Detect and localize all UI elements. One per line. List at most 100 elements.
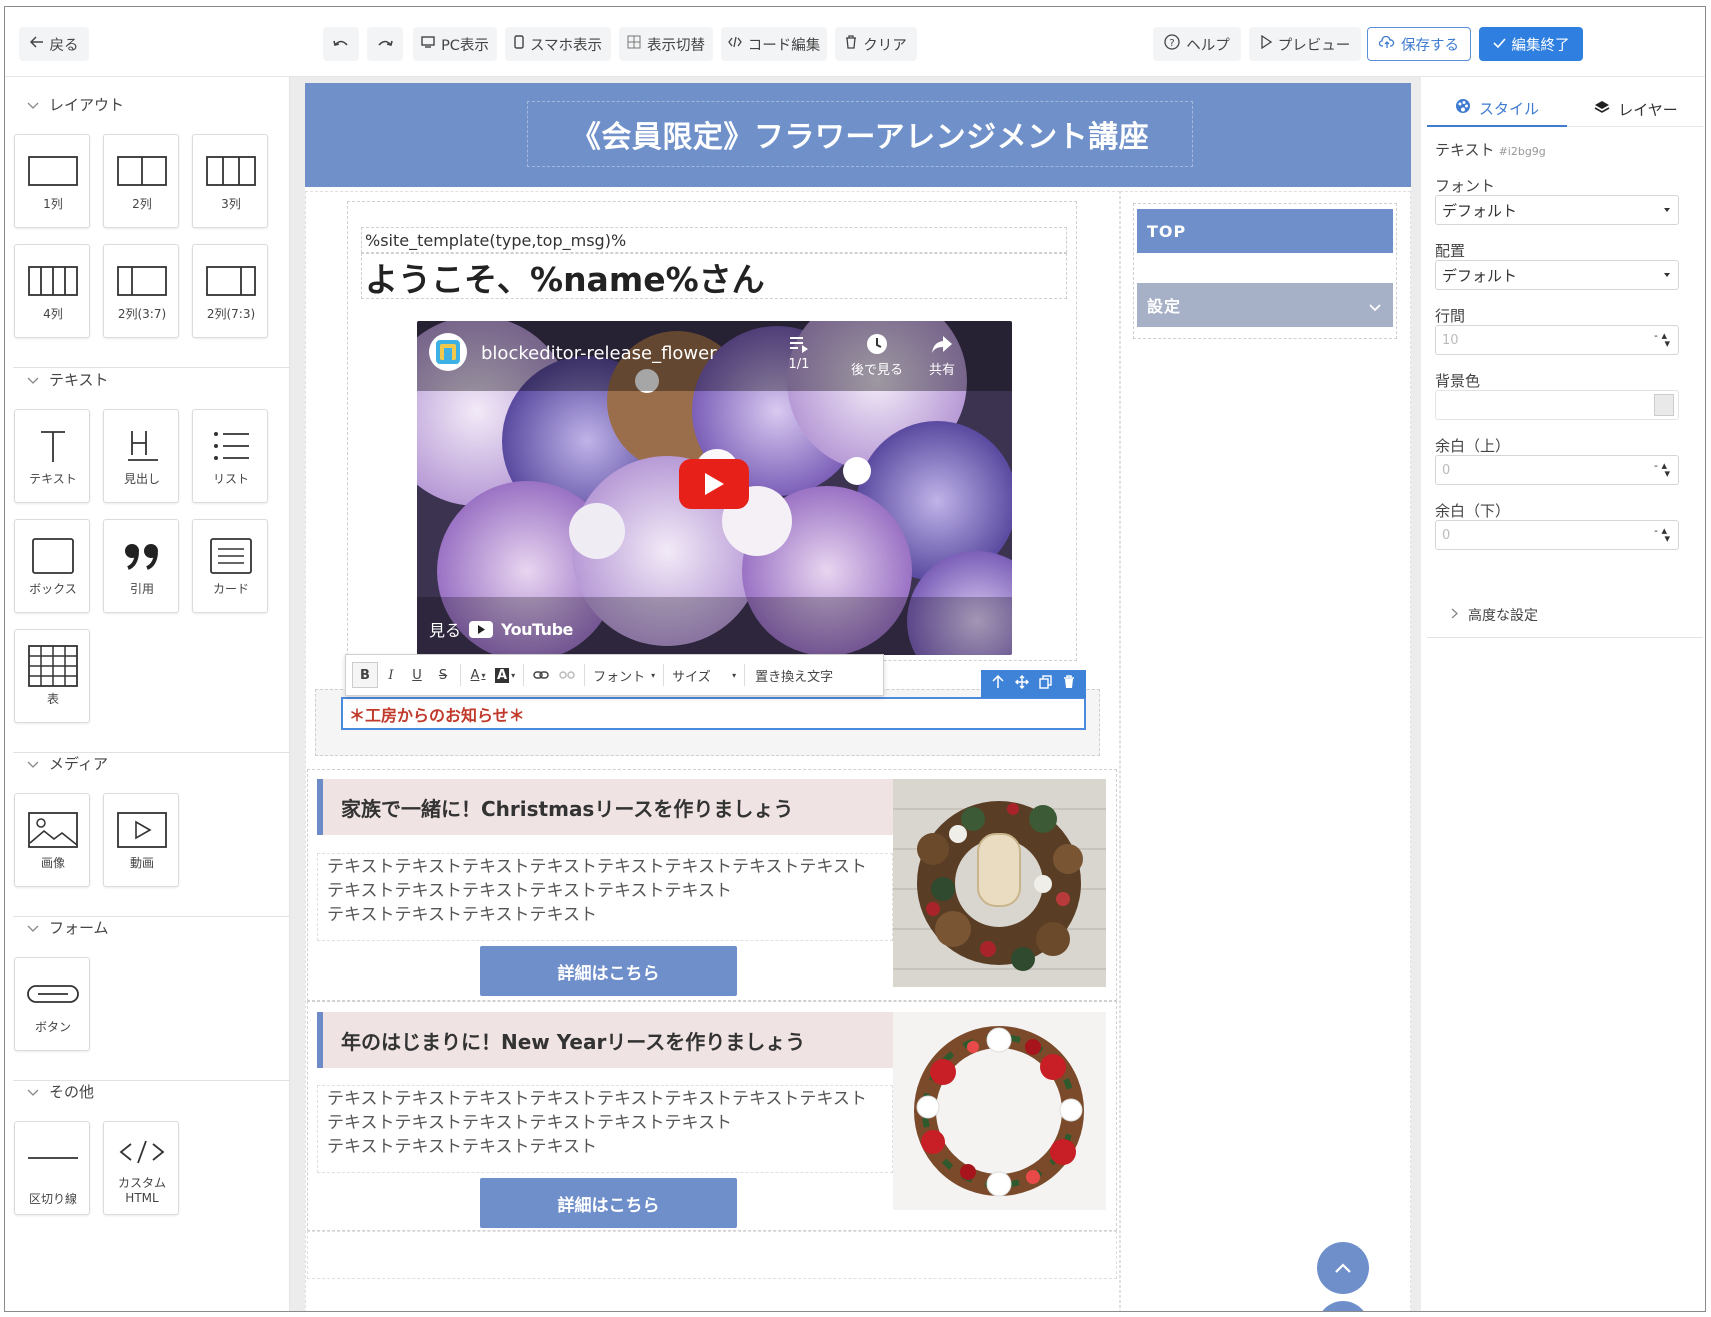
- section-layout-header[interactable]: レイアウト: [27, 94, 124, 115]
- layout-3col-tile[interactable]: 3列: [192, 134, 268, 228]
- channel-avatar[interactable]: [429, 333, 467, 371]
- welcome-heading[interactable]: ようこそ、%name%さん: [365, 253, 1065, 299]
- text-color-button[interactable]: A ▾: [465, 662, 491, 688]
- list-tile[interactable]: リスト: [192, 409, 268, 503]
- divider-tile[interactable]: 区切り線: [14, 1121, 90, 1215]
- nav-item-settings[interactable]: 設定: [1137, 283, 1393, 327]
- stepper-icon[interactable]: - ▴ ▾: [1654, 330, 1670, 349]
- layout-2col-73-tile[interactable]: 2列(7:3): [192, 244, 268, 338]
- video-tile[interactable]: 動画: [103, 793, 179, 887]
- sp-view-button[interactable]: スマホ表示: [505, 27, 611, 61]
- new-year-wreath-image[interactable]: [893, 1012, 1106, 1210]
- duplicate-icon[interactable]: [1039, 675, 1052, 693]
- redo-button[interactable]: [367, 27, 403, 61]
- margin-top-input[interactable]: 0 - ▴ ▾: [1435, 455, 1679, 485]
- image-tile[interactable]: 画像: [14, 793, 90, 887]
- box-tile[interactable]: ボックス: [14, 519, 90, 613]
- tab-style[interactable]: スタイル: [1427, 91, 1567, 127]
- tile-label: 3列: [221, 197, 241, 211]
- watch-later-button[interactable]: 後で見る: [845, 333, 909, 378]
- template-text[interactable]: %site_template(type,top_msg)%: [365, 231, 1065, 253]
- link-button[interactable]: [528, 662, 554, 688]
- underline-button[interactable]: U: [404, 662, 430, 688]
- share-label: 共有: [928, 363, 955, 378]
- margin-bottom-input[interactable]: 0 - ▴ ▾: [1435, 520, 1679, 550]
- tile-label: ボックス: [29, 582, 77, 596]
- section-form-header[interactable]: フォーム: [27, 917, 109, 938]
- unlink-button[interactable]: [554, 662, 580, 688]
- watch-on-youtube[interactable]: 見る YouTube: [429, 617, 573, 641]
- font-select[interactable]: デフォルト: [1435, 195, 1679, 225]
- preview-label: プレビュー: [1277, 37, 1351, 54]
- save-button[interactable]: 保存する: [1367, 27, 1471, 61]
- custom-html-tile[interactable]: カスタム HTML: [103, 1121, 179, 1215]
- card-heading[interactable]: 年のはじまりに！New Yearリースを作りましょう: [317, 1012, 893, 1068]
- page-canvas: 《会員限定》フラワーアレンジメント講座 %site_template(type,…: [305, 83, 1411, 1311]
- empty-block: [307, 1231, 1117, 1279]
- play-button[interactable]: [679, 459, 749, 509]
- scroll-top-button[interactable]: [1317, 1242, 1369, 1294]
- preview-button[interactable]: プレビュー: [1249, 27, 1361, 61]
- size-dropdown[interactable]: サイズ ▾: [668, 662, 740, 688]
- quote-tile[interactable]: 引用: [103, 519, 179, 613]
- section-other-header[interactable]: その他: [27, 1081, 94, 1102]
- pc-view-label: PC表示: [441, 37, 489, 54]
- card-heading[interactable]: 家族で一緒に！Christmasリースを作りましょう: [317, 779, 893, 835]
- bg-color-button[interactable]: A ▾: [491, 662, 519, 688]
- move-up-icon[interactable]: [992, 674, 1004, 693]
- italic-button[interactable]: I: [378, 662, 404, 688]
- text-tile[interactable]: テキスト: [14, 409, 90, 503]
- tab-layer[interactable]: レイヤー: [1571, 91, 1701, 127]
- stepper-icon[interactable]: - ▴ ▾: [1654, 525, 1670, 544]
- details-button[interactable]: 詳細はこちら: [480, 1178, 737, 1228]
- drag-move-icon[interactable]: [1014, 675, 1029, 693]
- card-body-line: テキストテキストテキストテキストテキストテキストテキストテキスト: [327, 857, 867, 877]
- youtube-embed[interactable]: blockeditor-release_flower 1/1 後で見る 共有 見…: [417, 321, 1012, 655]
- back-button[interactable]: 戻る: [19, 27, 89, 61]
- button-tile[interactable]: ボタン: [14, 957, 90, 1051]
- finish-edit-button[interactable]: 編集終了: [1479, 27, 1583, 61]
- section-text-header[interactable]: テキスト: [27, 369, 109, 390]
- color-swatch[interactable]: [1654, 394, 1674, 416]
- align-select[interactable]: デフォルト: [1435, 260, 1679, 290]
- delete-icon[interactable]: [1063, 675, 1075, 693]
- undo-button[interactable]: [323, 27, 359, 61]
- nav-item-top[interactable]: TOP: [1137, 209, 1393, 253]
- christmas-wreath-image[interactable]: [893, 779, 1106, 987]
- toggle-view-button[interactable]: 表示切替: [619, 27, 713, 61]
- line-height-input[interactable]: 10 - ▴ ▾: [1435, 325, 1679, 355]
- video-channel-title[interactable]: blockeditor-release_flower: [481, 343, 717, 364]
- notice-text[interactable]: ＊工房からのお知らせ＊: [341, 697, 1086, 730]
- tab-layer-label: レイヤー: [1618, 100, 1678, 119]
- hero-banner[interactable]: 《会員限定》フラワーアレンジメント講座: [305, 83, 1411, 187]
- bold-button[interactable]: B: [352, 662, 378, 688]
- details-button[interactable]: 詳細はこちら: [480, 946, 737, 996]
- share-button[interactable]: 共有: [917, 333, 967, 378]
- layout-1col-tile[interactable]: 1列: [14, 134, 90, 228]
- stepper-icon[interactable]: - ▴ ▾: [1654, 460, 1670, 479]
- hero-title[interactable]: 《会員限定》フラワーアレンジメント講座: [527, 101, 1193, 167]
- pc-view-button[interactable]: PC表示: [413, 27, 497, 61]
- layout-4col-tile[interactable]: 4列: [14, 244, 90, 338]
- replace-text-button[interactable]: 置き換え文字: [749, 662, 839, 688]
- image-icon: [15, 808, 91, 852]
- help-button[interactable]: ? ヘルプ: [1153, 27, 1241, 61]
- clear-button[interactable]: クリア: [835, 27, 917, 61]
- finish-label: 編集終了: [1511, 37, 1570, 54]
- font-dropdown[interactable]: フォント ▾: [589, 662, 659, 688]
- heading-tile[interactable]: 見出し: [103, 409, 179, 503]
- monitor-icon: [421, 36, 435, 52]
- strikethrough-button[interactable]: S: [430, 662, 456, 688]
- playlist-button[interactable]: 1/1: [779, 335, 819, 372]
- code-edit-button[interactable]: コード編集: [721, 27, 827, 61]
- layout-2col-37-tile[interactable]: 2列(3:7): [103, 244, 179, 338]
- layout-2col-tile[interactable]: 2列: [103, 134, 179, 228]
- card-body-text[interactable]: テキストテキストテキストテキストテキストテキストテキストテキスト テキストテキス…: [327, 855, 887, 927]
- section-media-header[interactable]: メディア: [27, 753, 108, 774]
- table-tile[interactable]: 表: [14, 629, 90, 723]
- bg-color-input[interactable]: [1435, 390, 1679, 420]
- advanced-settings-toggle[interactable]: 高度な設定: [1451, 605, 1538, 625]
- card-tile[interactable]: カード: [192, 519, 268, 613]
- card-body-text[interactable]: テキストテキストテキストテキストテキストテキストテキストテキスト テキストテキス…: [327, 1087, 887, 1159]
- line-height-placeholder: 10: [1442, 332, 1459, 348]
